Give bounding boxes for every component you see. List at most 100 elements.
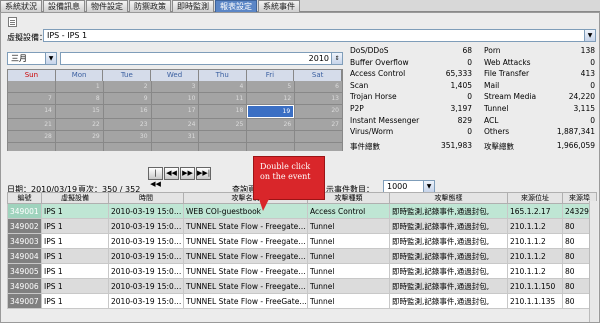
year-spinner[interactable]: 2010 ⇕ xyxy=(60,52,343,65)
column-header[interactable]: 編號 xyxy=(7,192,42,204)
table-cell: IPS 1 xyxy=(41,218,109,234)
table-cell: Tunnel xyxy=(307,248,390,264)
calendar-day[interactable]: 16 xyxy=(103,105,151,118)
stat-value: 0 xyxy=(590,115,595,125)
table-row[interactable]: 349005 IPS 1 2010-03-19 15:09:22 TUNNEL Sta… xyxy=(7,263,597,279)
table-cell: 349001 xyxy=(7,203,42,219)
calendar-day[interactable] xyxy=(199,143,247,151)
calendar-day[interactable]: 25 xyxy=(199,119,247,130)
table-row[interactable]: 349001 IPS 1 2010-03-19 15:09:24 WEB COI-gu… xyxy=(7,203,597,219)
table-cell: Tunnel xyxy=(307,263,390,279)
calendar-day[interactable]: 3 xyxy=(151,81,199,92)
calendar-day[interactable] xyxy=(55,143,103,151)
table-cell: 349003 xyxy=(7,233,42,249)
calendar-day[interactable] xyxy=(295,143,342,151)
calendar-day[interactable]: 20 xyxy=(295,105,342,118)
tab-3[interactable]: 防禦政策 xyxy=(129,0,171,12)
chevron-down-icon[interactable]: ▼ xyxy=(45,53,56,64)
calendar-day[interactable]: 17 xyxy=(151,105,199,118)
calendar-day[interactable]: 13 xyxy=(295,93,342,104)
calendar-day[interactable]: 11 xyxy=(199,93,247,104)
calendar-day[interactable]: 5 xyxy=(247,81,295,92)
calendar-day[interactable]: 4 xyxy=(199,81,247,92)
stat-value: 0 xyxy=(590,80,595,90)
calendar-day[interactable]: 18 xyxy=(199,105,247,118)
calendar-day[interactable]: 31 xyxy=(151,131,199,142)
calendar-day[interactable] xyxy=(247,131,295,142)
calendar-day[interactable]: 12 xyxy=(247,93,295,104)
tab-1[interactable]: 設備訊息 xyxy=(43,0,85,12)
tab-6[interactable]: 系統事件 xyxy=(258,0,300,12)
calendar-day[interactable]: 10 xyxy=(151,93,199,104)
table-cell: 即時監測,記錄事件,通過封包, xyxy=(389,278,508,294)
calendar-day[interactable]: 7 xyxy=(8,93,55,104)
page-navigation: |◀◀ ◀◀ ▶▶ ▶▶| xyxy=(148,167,212,188)
annotation-callout: Double click on the event xyxy=(253,156,325,200)
table-cell: Tunnel xyxy=(307,293,390,309)
table-row[interactable]: 349004 IPS 1 2010-03-19 15:09:21 TUNNEL Sta… xyxy=(7,248,597,264)
tab-4[interactable]: 即時監測 xyxy=(172,0,214,12)
column-header[interactable]: 時間 xyxy=(108,192,184,204)
calendar-day[interactable]: 23 xyxy=(103,119,151,130)
calendar-day-grid: 1 2 3 4 5 6 7 8 9 10 11 12 13 14 15 16 17 18 19 20 21 22 23 24 2… xyxy=(8,81,342,151)
calendar-day[interactable]: 2 xyxy=(103,81,151,92)
tab-0[interactable]: 系統狀況 xyxy=(0,0,42,12)
column-header[interactable]: 虛擬設備 xyxy=(41,192,109,204)
calendar-day[interactable] xyxy=(151,143,199,151)
report-document-icon xyxy=(8,17,17,27)
main-tab-bar: 系統狀況 設備訊息 物件設定 防禦政策 即時監測 報表設定 系統事件 xyxy=(0,0,600,12)
calendar-day[interactable]: 9 xyxy=(103,93,151,104)
next-page-button[interactable]: ▶▶ xyxy=(180,167,195,180)
calendar-day[interactable]: 19 xyxy=(247,105,295,118)
tab-2[interactable]: 物件設定 xyxy=(86,0,128,12)
table-cell: IPS 1 xyxy=(41,278,109,294)
calendar-day[interactable]: 1 xyxy=(55,81,103,92)
spinner-arrows-icon[interactable]: ⇕ xyxy=(331,53,342,64)
calendar-day[interactable]: 6 xyxy=(295,81,342,92)
calendar-day[interactable] xyxy=(8,143,55,151)
table-row[interactable]: 349006 IPS 1 2010-03-19 15:09:21 TUNNEL Sta… xyxy=(7,278,597,294)
table-cell: 210.1.1.2 xyxy=(507,233,563,249)
calendar-day[interactable]: 15 xyxy=(55,105,103,118)
table-cell: 210.1.1.135 xyxy=(507,293,563,309)
chevron-down-icon[interactable]: ▼ xyxy=(423,181,434,192)
calendar-day[interactable]: 24 xyxy=(151,119,199,130)
table-cell: IPS 1 xyxy=(41,203,109,219)
table-cell: 349005 xyxy=(7,263,42,279)
column-header[interactable]: 來源位址 xyxy=(507,192,563,204)
tab-5[interactable]: 報表設定 xyxy=(215,0,257,12)
table-cell: TUNNEL State Flow - Freegate log... xyxy=(183,263,308,279)
table-row[interactable]: 349003 IPS 1 2010-03-19 15:09:21 TUNNEL Sta… xyxy=(7,233,597,249)
device-select[interactable]: IPS - IPS 1 ▼ xyxy=(43,29,596,42)
month-select[interactable]: 三月 ▼ xyxy=(7,52,57,65)
table-cell: Tunnel xyxy=(307,233,390,249)
calendar-day[interactable]: 21 xyxy=(8,119,55,130)
calendar-day[interactable]: 22 xyxy=(55,119,103,130)
calendar-day[interactable] xyxy=(247,143,295,151)
stat-value: 0 xyxy=(467,92,472,102)
table-cell: 210.1.1.2 xyxy=(507,248,563,264)
chevron-down-icon[interactable]: ▼ xyxy=(584,30,595,41)
calendar-day[interactable] xyxy=(8,81,55,92)
table-row[interactable]: 349002 IPS 1 2010-03-19 15:09:21 TUNNEL Sta… xyxy=(7,218,597,234)
calendar-day[interactable]: 29 xyxy=(55,131,103,142)
last-page-button[interactable]: ▶▶| xyxy=(196,167,211,180)
calendar-day[interactable]: 28 xyxy=(8,131,55,142)
calendar-day[interactable] xyxy=(103,143,151,151)
table-vertical-scrollbar[interactable] xyxy=(589,201,598,322)
calendar-day[interactable]: 26 xyxy=(247,119,295,130)
column-header[interactable]: 攻擊態樣 xyxy=(389,192,508,204)
calendar-day[interactable]: 8 xyxy=(55,93,103,104)
table-row[interactable]: 349007 IPS 1 2010-03-19 15:09:21 TUNNEL Sta… xyxy=(7,293,597,309)
calendar-day[interactable]: 14 xyxy=(8,105,55,118)
table-cell: TUNNEL State Flow - Freegate log... xyxy=(183,278,308,294)
first-page-button[interactable]: |◀◀ xyxy=(148,167,163,188)
calendar-day[interactable]: 30 xyxy=(103,131,151,142)
calendar-day[interactable] xyxy=(199,131,247,142)
table-cell: TUNNEL State Flow - FreeGate F2... xyxy=(183,293,308,309)
table-cell: 即時監測,記錄事件,通過封包, xyxy=(389,293,508,309)
calendar-day[interactable] xyxy=(295,131,342,142)
calendar-day[interactable]: 27 xyxy=(295,119,342,130)
table-cell: 2010-03-19 15:09:21 xyxy=(108,233,184,249)
prev-page-button[interactable]: ◀◀ xyxy=(164,167,179,180)
